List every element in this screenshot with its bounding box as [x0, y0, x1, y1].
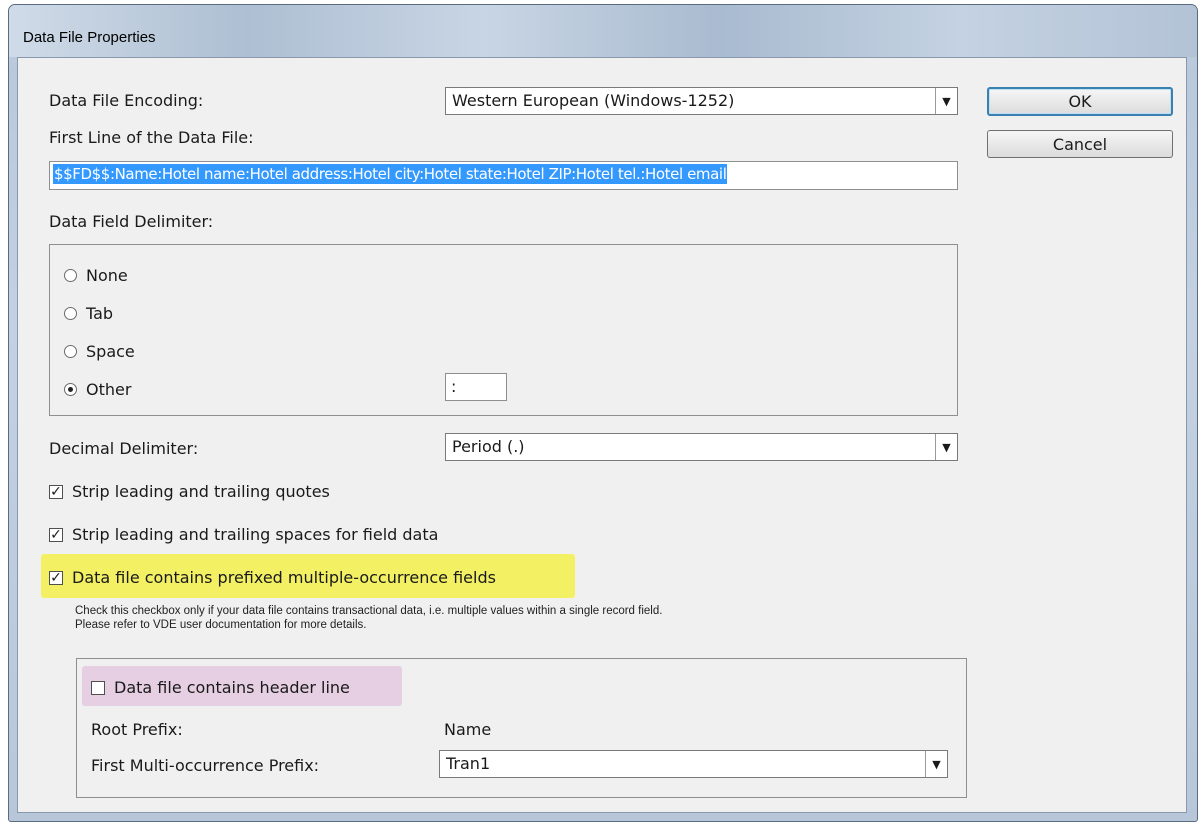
title-bar[interactable]: Data File Properties — [9, 5, 1197, 57]
delimiter-group: None Tab Space Other : — [49, 244, 958, 416]
hint-line-2: Please refer to VDE user documentation f… — [75, 619, 367, 631]
encoding-select[interactable]: Western European (Windows-1252) ▼ — [445, 87, 958, 115]
first-prefix-select[interactable]: Tran1 ▼ — [439, 750, 948, 778]
radio-space-label: Space — [86, 342, 135, 361]
encoding-value: Western European (Windows-1252) — [452, 91, 735, 110]
root-prefix-value: Name — [444, 720, 492, 739]
first-prefix-label: First Multi-occurrence Prefix: — [91, 756, 320, 775]
root-prefix-label: Root Prefix: — [91, 720, 183, 739]
other-delimiter-field[interactable]: : — [445, 373, 507, 401]
window-title: Data File Properties — [23, 29, 156, 46]
radio-none[interactable]: None — [64, 266, 128, 285]
radio-tab[interactable]: Tab — [64, 304, 113, 323]
cancel-button-label: Cancel — [1052, 134, 1108, 154]
multi-occurrence-checkbox[interactable]: ✓ Data file contains prefixed multiple-o… — [49, 568, 496, 587]
radio-tab-indicator[interactable] — [64, 307, 77, 320]
radio-space-indicator[interactable] — [64, 345, 77, 358]
radio-other-label: Other — [86, 380, 132, 399]
first-line-label: First Line of the Data File: — [49, 128, 254, 147]
ok-button[interactable]: OK — [987, 87, 1173, 116]
delimiter-label: Data Field Delimiter: — [49, 212, 214, 231]
strip-quotes-checkbox[interactable]: ✓ Strip leading and trailing quotes — [49, 482, 330, 501]
radio-other-indicator[interactable] — [64, 383, 77, 396]
multi-occurrence-label: Data file contains prefixed multiple-occ… — [72, 568, 496, 587]
radio-none-label: None — [86, 266, 128, 285]
strip-spaces-label: Strip leading and trailing spaces for fi… — [72, 525, 439, 544]
radio-none-indicator[interactable] — [64, 269, 77, 282]
chevron-down-icon[interactable]: ▼ — [935, 434, 957, 460]
multi-occurrence-group: Data file contains header line Root Pref… — [76, 658, 967, 798]
ok-button-label: OK — [1068, 92, 1092, 111]
checkbox-unchecked-icon[interactable] — [91, 680, 105, 695]
first-line-value: $$FD$$:Name:Hotel name:Hotel address:Hot… — [53, 164, 728, 184]
radio-other[interactable]: Other — [64, 380, 131, 399]
chevron-down-icon[interactable]: ▼ — [935, 88, 957, 114]
checkbox-checked-icon[interactable]: ✓ — [49, 527, 63, 542]
strip-spaces-checkbox[interactable]: ✓ Strip leading and trailing spaces for … — [49, 525, 438, 544]
chevron-down-icon[interactable]: ▼ — [925, 751, 947, 777]
checkbox-checked-icon[interactable]: ✓ — [49, 484, 63, 499]
checkbox-checked-icon[interactable]: ✓ — [49, 570, 63, 585]
dialog-window: Data File Properties Data File Encoding:… — [8, 4, 1198, 822]
first-line-field[interactable]: $$FD$$:Name:Hotel name:Hotel address:Hot… — [49, 161, 958, 190]
header-line-label: Data file contains header line — [114, 678, 350, 697]
first-prefix-value: Tran1 — [446, 754, 491, 773]
decimal-value: Period (.) — [452, 437, 525, 456]
other-delimiter-value: : — [451, 377, 457, 396]
hint-line-1: Check this checkbox only if your data fi… — [75, 605, 663, 617]
strip-quotes-label: Strip leading and trailing quotes — [72, 482, 330, 501]
decimal-label: Decimal Delimiter: — [49, 439, 199, 458]
radio-tab-label: Tab — [86, 304, 114, 323]
decimal-select[interactable]: Period (.) ▼ — [445, 433, 958, 461]
radio-space[interactable]: Space — [64, 342, 135, 361]
encoding-label: Data File Encoding: — [49, 91, 204, 110]
header-line-checkbox[interactable]: Data file contains header line — [91, 678, 350, 697]
cancel-button[interactable]: Cancel — [987, 130, 1173, 158]
dialog-body: Data File Encoding: Western European (Wi… — [17, 57, 1187, 813]
